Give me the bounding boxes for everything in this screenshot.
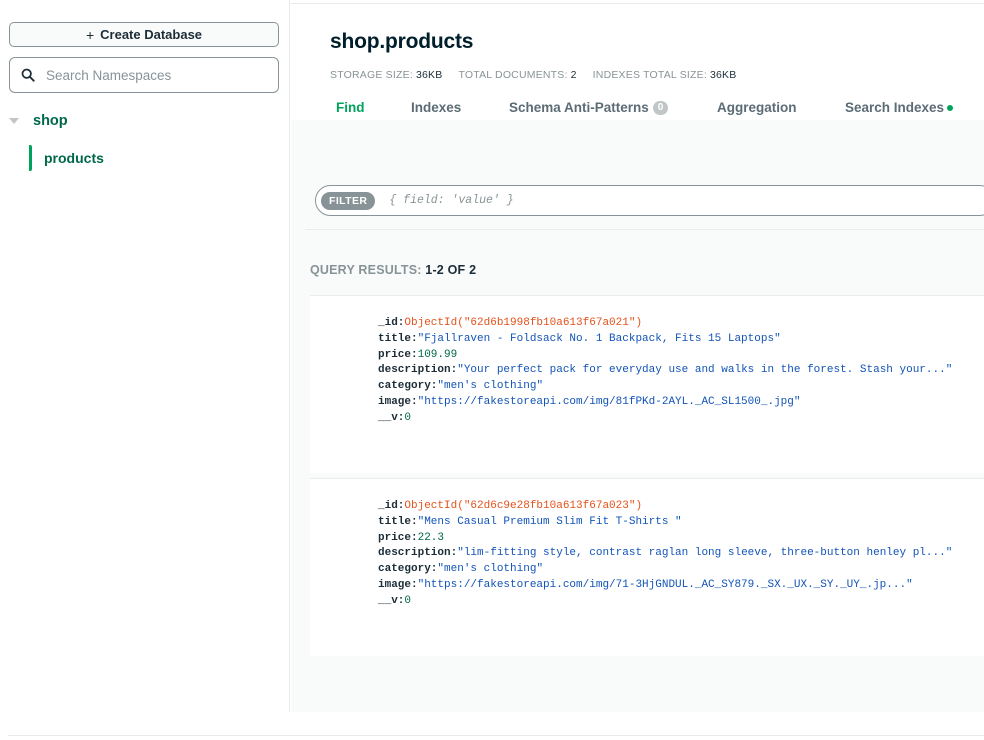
status-dot-icon — [947, 104, 954, 111]
filter-input[interactable] — [389, 194, 890, 207]
collection-label: products — [44, 150, 104, 166]
document-fields: _id:ObjectId("62d6c9e28fb10a613f67a023")… — [378, 499, 952, 610]
document-card[interactable]: _id:ObjectId("62d6c9e28fb10a613f67a023")… — [310, 478, 984, 656]
search-namespaces-input[interactable] — [46, 67, 266, 83]
caret-down-icon[interactable] — [9, 118, 19, 124]
query-results-count: QUERY RESULTS: 1-2 OF 2 — [310, 263, 477, 277]
tab-search-indexes[interactable]: Search Indexes — [845, 100, 954, 115]
document-card[interactable]: _id:ObjectId("62d6b1998fb10a613f67a021")… — [310, 295, 984, 473]
document-fields: _id:ObjectId("62d6b1998fb10a613f67a021")… — [378, 316, 952, 427]
field-title: title:"Mens Casual Premium Slim Fit T-Sh… — [378, 515, 682, 528]
tab-indexes[interactable]: Indexes — [411, 100, 461, 115]
field-image: image:"https://fakestoreapi.com/img/71-3… — [378, 578, 913, 591]
stat-storage-size: STORAGE SIZE: 36KB — [330, 69, 443, 81]
plus-icon: + — [85, 26, 95, 43]
create-database-button[interactable]: + Create Database — [9, 22, 279, 47]
filter-bar[interactable]: FILTER — [315, 185, 984, 216]
sidebar: + Create Database shop products — [0, 0, 290, 712]
tab-aggregation[interactable]: Aggregation — [717, 100, 797, 115]
field-price: price:22.3 — [378, 531, 445, 544]
stat-total-documents: TOTAL DOCUMENTS: 2 — [458, 69, 577, 81]
stat-indexes-total-size: INDEXES TOTAL SIZE: 36KB — [592, 69, 737, 81]
field-id: _id:ObjectId("62d6b1998fb10a613f67a021") — [378, 317, 643, 329]
field-v: __v:0 — [378, 594, 412, 607]
namespace-search[interactable] — [9, 57, 279, 93]
field-category: category:"men's clothing" — [378, 380, 544, 393]
field-title: title:"Fjallraven - Foldsack No. 1 Backp… — [378, 332, 781, 345]
active-indicator — [29, 145, 32, 171]
sidebar-item-shop[interactable]: shop — [9, 111, 68, 131]
field-image: image:"https://fakestoreapi.com/img/81fP… — [378, 395, 801, 408]
top-divider — [290, 3, 984, 4]
collection-stats: STORAGE SIZE: 36KB TOTAL DOCUMENTS: 2 INDE… — [330, 69, 736, 81]
sidebar-item-products[interactable]: products — [29, 145, 279, 171]
create-database-label: Create Database — [100, 27, 203, 42]
field-description: description:"lim-fitting style, contrast… — [378, 547, 953, 560]
search-icon — [21, 68, 35, 82]
database-label: shop — [33, 113, 68, 129]
tab-find[interactable]: Find — [336, 100, 365, 115]
page-title: shop.products — [330, 30, 474, 53]
field-v: __v:0 — [378, 411, 412, 424]
tab-schema-anti-patterns[interactable]: Schema Anti-Patterns 0 — [509, 100, 669, 115]
toolbar-divider — [305, 229, 984, 230]
field-category: category:"men's clothing" — [378, 563, 544, 576]
bottom-divider — [8, 735, 984, 736]
field-id: _id:ObjectId("62d6c9e28fb10a613f67a023") — [378, 500, 643, 512]
filter-label: FILTER — [321, 191, 376, 210]
field-description: description:"Your perfect pack for every… — [378, 364, 953, 377]
count-badge: 0 — [652, 100, 669, 115]
field-price: price:109.99 — [378, 348, 458, 361]
